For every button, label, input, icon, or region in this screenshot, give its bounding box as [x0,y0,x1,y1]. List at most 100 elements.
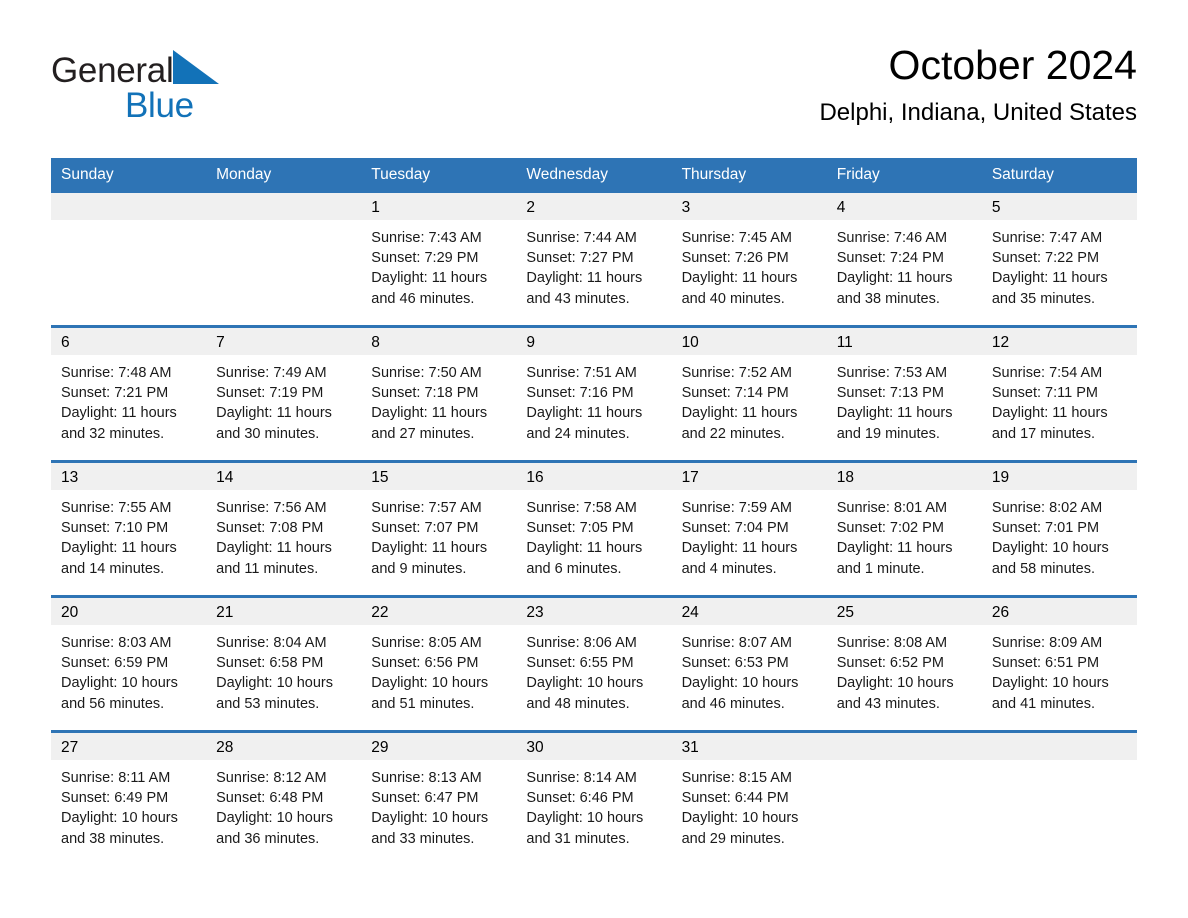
calendar-day-cell[interactable]: 3 Sunrise: 7:45 AM Sunset: 7:26 PM Daylight… [671,193,827,327]
calendar-day-cell[interactable]: 23 Sunrise: 8:06 AM Sunset: 6:55 PM Dayligh… [516,595,672,732]
calendar-day-cell[interactable]: 22 Sunrise: 8:05 AM Sunset: 6:56 PM Dayligh… [361,595,517,732]
general-blue-logo[interactable]: General Blue [51,50,351,130]
calendar-day-cell[interactable]: 25 Sunrise: 8:08 AM Sunset: 6:52 PM Dayligh… [826,595,982,732]
calendar-week-row: 20 Sunrise: 8:03 AM Sunset: 6:59 PM Dayligh… [51,595,1137,732]
calendar-day-cell[interactable]: 15 Sunrise: 7:57 AM Sunset: 7:07 PM Dayligh… [361,460,517,597]
calendar-week-row: 27 Sunrise: 8:11 AM Sunset: 6:49 PM Dayligh… [51,730,1137,865]
calendar-day-cell[interactable]: 18 Sunrise: 8:01 AM Sunset: 7:02 PM Dayligh… [826,460,982,597]
calendar-day-cell[interactable]: 5 Sunrise: 7:47 AM Sunset: 7:22 PM Daylight… [981,193,1137,327]
sunrise-text: Sunrise: 7:47 AM [991,230,1103,246]
sunset-text: Sunset: 7:22 PM [991,250,1100,267]
sunset-text: Sunset: 7:27 PM [526,250,634,267]
calendar-day-cell[interactable]: 30 Sunrise: 8:14 AM Sunset: 6:46 PM Dayligh… [516,730,672,865]
daylight-text: Daylight: 10 hours and 53 minutes. [216,675,334,712]
daylight-text: Daylight: 10 hours and 43 minutes. [836,675,954,712]
weekday-header-monday: Monday [206,158,362,193]
sunrise-text: Sunrise: 7:58 AM [526,500,637,516]
calendar-day-cell[interactable]: 28 Sunrise: 8:12 AM Sunset: 6:48 PM Dayligh… [206,730,362,865]
sunrise-text: Sunrise: 7:50 AM [371,365,482,381]
daylight-text: Daylight: 11 hours and 24 minutes. [526,405,643,442]
day-number: 8 [361,328,517,355]
calendar-day-cell[interactable]: 7 Sunrise: 7:49 AM Sunset: 7:19 PM Daylight… [206,325,362,462]
calendar-day-cell[interactable]: 12 Sunrise: 7:54 AM Sunset: 7:11 PM Dayligh… [981,325,1137,462]
day-cell-details: Sunrise: 8:02 AM Sunset: 7:01 PM Daylight:… [982,490,1137,579]
calendar-day-cell[interactable]: 2 Sunrise: 7:44 AM Sunset: 7:27 PM Daylight… [516,193,672,327]
calendar-day-cell[interactable]: 26 Sunrise: 8:09 AM Sunset: 6:51 PM Dayligh… [981,595,1137,732]
daylight-text: Daylight: 11 hours and 14 minutes. [61,540,177,577]
daylight-text: Daylight: 11 hours and 6 minutes. [526,540,643,577]
daylight-text: Daylight: 11 hours and 38 minutes. [836,270,953,307]
calendar-day-cell[interactable]: 10 Sunrise: 7:52 AM Sunset: 7:14 PM Dayligh… [671,325,827,462]
daylight-text: Daylight: 11 hours and 32 minutes. [61,405,177,442]
sunrise-text: Sunrise: 7:45 AM [681,230,792,246]
calendar-week-row: 13 Sunrise: 7:55 AM Sunset: 7:10 PM Dayligh… [51,460,1137,597]
weekday-header-wednesday: Wednesday [516,158,672,193]
day-number: 26 [981,598,1137,625]
calendar-day-cell[interactable]: 9 Sunrise: 7:51 AM Sunset: 7:16 PM Daylight… [516,325,672,462]
title-block: October 2024 Delphi, Indiana, United Sta… [819,40,1137,129]
page-title: October 2024 [888,42,1137,88]
sunset-text: Sunset: 6:47 PM [371,790,479,807]
calendar-day-cell-empty [826,730,982,865]
calendar-week-row: 1 Sunrise: 7:43 AM Sunset: 7:29 PM Daylight… [51,193,1137,327]
day-number: 18 [826,463,982,490]
day-cell-details: Sunrise: 7:53 AM Sunset: 7:13 PM Daylight:… [827,355,982,444]
day-number: 25 [826,598,982,625]
day-cell-inner: 10 Sunrise: 7:52 AM Sunset: 7:14 PM Dayligh… [671,328,827,460]
day-number [51,193,207,220]
day-cell-details: Sunrise: 8:12 AM Sunset: 6:48 PM Daylight:… [206,760,361,849]
calendar-day-cell[interactable]: 17 Sunrise: 7:59 AM Sunset: 7:04 PM Dayligh… [671,460,827,597]
sunset-text: Sunset: 7:29 PM [371,250,479,267]
day-number: 24 [671,598,827,625]
day-cell-inner: 7 Sunrise: 7:49 AM Sunset: 7:19 PM Daylight… [206,328,362,460]
weekday-header-tuesday: Tuesday [361,158,517,193]
calendar-day-cell[interactable]: 27 Sunrise: 8:11 AM Sunset: 6:49 PM Dayligh… [51,730,207,865]
triangle-logo-icon [173,50,220,92]
day-cell-inner: 19 Sunrise: 8:02 AM Sunset: 7:01 PM Dayligh… [981,463,1137,595]
daylight-text: Daylight: 10 hours and 48 minutes. [526,675,644,712]
sunrise-text: Sunrise: 8:01 AM [836,500,948,516]
weekday-header-sunday: Sunday [51,158,207,193]
day-cell-details: Sunrise: 7:47 AM Sunset: 7:22 PM Daylight:… [982,220,1137,309]
sunrise-text: Sunrise: 8:06 AM [526,635,637,651]
calendar-day-cell[interactable]: 20 Sunrise: 8:03 AM Sunset: 6:59 PM Dayligh… [51,595,207,732]
daylight-text: Daylight: 11 hours and 35 minutes. [991,270,1108,307]
day-cell-inner: 17 Sunrise: 7:59 AM Sunset: 7:04 PM Dayligh… [671,463,827,595]
sunrise-text: Sunrise: 7:43 AM [371,230,482,246]
sunset-text: Sunset: 6:51 PM [991,655,1100,672]
day-number: 16 [516,463,672,490]
daylight-text: Daylight: 11 hours and 19 minutes. [836,405,953,442]
calendar-day-cell[interactable]: 8 Sunrise: 7:50 AM Sunset: 7:18 PM Daylight… [361,325,517,462]
calendar-day-cell[interactable]: 29 Sunrise: 8:13 AM Sunset: 6:47 PM Dayligh… [361,730,517,865]
calendar-day-cell[interactable]: 4 Sunrise: 7:46 AM Sunset: 7:24 PM Daylight… [826,193,982,327]
calendar-day-cell[interactable]: 24 Sunrise: 8:07 AM Sunset: 6:53 PM Dayligh… [671,595,827,732]
sunrise-text: Sunrise: 8:03 AM [61,635,172,651]
day-cell-inner: 21 Sunrise: 8:04 AM Sunset: 6:58 PM Dayligh… [206,598,362,730]
day-number: 31 [671,733,827,760]
sunset-text: Sunset: 7:07 PM [371,520,479,537]
calendar-day-cell[interactable]: 31 Sunrise: 8:15 AM Sunset: 6:44 PM Dayligh… [671,730,827,865]
day-cell-inner: 3 Sunrise: 7:45 AM Sunset: 7:26 PM Daylight… [671,193,827,325]
calendar-day-cell[interactable]: 11 Sunrise: 7:53 AM Sunset: 7:13 PM Dayligh… [826,325,982,462]
daylight-text: Daylight: 10 hours and 36 minutes. [216,810,334,847]
day-cell-inner: 16 Sunrise: 7:58 AM Sunset: 7:05 PM Dayligh… [516,463,672,595]
day-cell-inner: 28 Sunrise: 8:12 AM Sunset: 6:48 PM Dayligh… [206,733,362,865]
day-cell-inner: 2 Sunrise: 7:44 AM Sunset: 7:27 PM Daylight… [516,193,672,325]
calendar-day-cell[interactable]: 19 Sunrise: 8:02 AM Sunset: 7:01 PM Dayligh… [981,460,1137,597]
calendar-day-cell[interactable]: 13 Sunrise: 7:55 AM Sunset: 7:10 PM Dayligh… [51,460,207,597]
calendar-day-cell[interactable]: 21 Sunrise: 8:04 AM Sunset: 6:58 PM Dayligh… [206,595,362,732]
daylight-text: Daylight: 10 hours and 31 minutes. [526,810,644,847]
calendar-day-cell[interactable]: 6 Sunrise: 7:48 AM Sunset: 7:21 PM Daylight… [51,325,207,462]
calendar-day-cell[interactable]: 14 Sunrise: 7:56 AM Sunset: 7:08 PM Dayligh… [206,460,362,597]
day-number: 4 [826,193,982,220]
calendar-day-cell[interactable]: 16 Sunrise: 7:58 AM Sunset: 7:05 PM Dayligh… [516,460,672,597]
sunset-text: Sunset: 7:13 PM [836,385,944,402]
sunset-text: Sunset: 7:24 PM [836,250,944,267]
calendar-body: 1 Sunrise: 7:43 AM Sunset: 7:29 PM Daylight… [51,193,1137,865]
sunrise-text: Sunrise: 7:56 AM [216,500,327,516]
sunset-text: Sunset: 7:14 PM [681,385,789,402]
sunset-text: Sunset: 6:49 PM [61,790,169,807]
day-cell-details: Sunrise: 8:08 AM Sunset: 6:52 PM Daylight:… [827,625,982,714]
day-cell-details: Sunrise: 8:04 AM Sunset: 6:58 PM Daylight:… [206,625,361,714]
calendar-day-cell[interactable]: 1 Sunrise: 7:43 AM Sunset: 7:29 PM Daylight… [361,193,517,327]
